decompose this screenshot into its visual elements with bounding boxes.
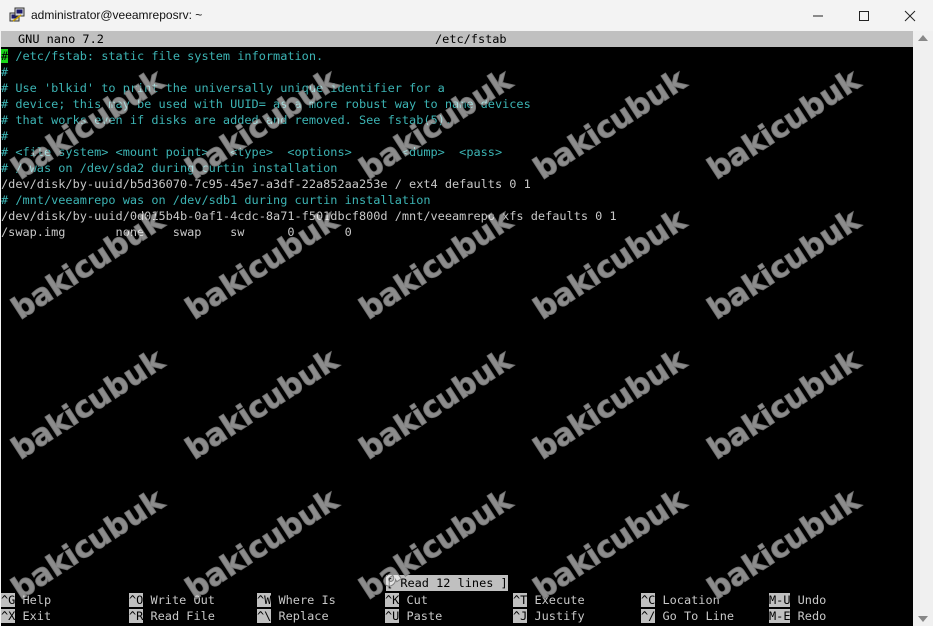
shortcut-label: Replace: [271, 609, 329, 623]
editor-line[interactable]: # <file system> <mount point> <type> <op…: [1, 144, 502, 160]
window-title: administrator@veeamreposrv: ~: [31, 8, 203, 22]
close-icon: [904, 10, 916, 21]
shortcut-paste[interactable]: ^U Paste: [385, 608, 442, 624]
watermark-text: bakicubuk: [527, 342, 693, 467]
shortcut-key: M-E: [769, 609, 791, 623]
watermark-text: bakicubuk: [5, 342, 171, 467]
watermark-text: bakicubuk: [701, 482, 867, 607]
shortcut-where-is[interactable]: ^W Where Is: [257, 592, 336, 608]
shortcut-key: ^X: [1, 609, 16, 623]
maximize-button[interactable]: [841, 0, 887, 31]
editor-line[interactable]: # / was on /dev/sda2 during curtin insta…: [1, 160, 337, 176]
shortcut-key: ^\: [257, 609, 272, 623]
scroll-up-icon[interactable]: [918, 35, 928, 41]
shortcut-undo[interactable]: M-U Undo: [769, 592, 826, 608]
watermark-text: bakicubuk: [179, 342, 345, 467]
watermark-text: bakicubuk: [179, 482, 345, 607]
editor-line[interactable]: # device; this may be used with UUID= as…: [1, 96, 531, 112]
shortcut-justify[interactable]: ^J Justify: [513, 608, 585, 624]
shortcut-label: Paste: [399, 609, 443, 623]
editor-line[interactable]: # /mnt/veeamrepo was on /dev/sdb1 during…: [1, 192, 431, 208]
editor-line[interactable]: # that works even if disks are added and…: [1, 112, 452, 128]
shortcut-label: Where Is: [271, 593, 336, 607]
shortcut-key: ^/: [641, 609, 656, 623]
shortcut-key: ^C: [641, 593, 656, 607]
shortcut-key: ^K: [385, 593, 400, 607]
shortcut-replace[interactable]: ^\ Replace: [257, 608, 329, 624]
minimize-button[interactable]: [795, 0, 841, 31]
watermark-text: bakicubuk: [353, 342, 519, 467]
shortcut-key: ^T: [513, 593, 528, 607]
shortcut-label: Go To Line: [655, 609, 735, 623]
file-name: /etc/fstab: [435, 32, 507, 46]
shortcut-help[interactable]: ^G Help: [1, 592, 51, 608]
shortcut-label: Justify: [527, 609, 585, 623]
nano-header: GNU nano 7.2 /etc/fstab: [1, 31, 913, 47]
editor-line[interactable]: /dev/disk/by-uuid/b5d36070-7c95-45e7-a3d…: [1, 176, 531, 192]
watermark-text: bakicubuk: [701, 202, 867, 327]
watermark-text: bakicubuk: [527, 202, 693, 327]
title-bar: administrator@veeamreposrv: ~: [0, 0, 933, 31]
editor-line[interactable]: #: [1, 128, 8, 144]
maximize-icon: [859, 10, 869, 21]
editor-line[interactable]: #: [1, 64, 8, 80]
shortcut-label: Redo: [790, 609, 827, 623]
shortcut-go-to-line[interactable]: ^/ Go To Line: [641, 608, 734, 624]
shortcut-label: Write Out: [143, 593, 215, 607]
editor-line[interactable]: /dev/disk/by-uuid/0d015b4b-0af1-4cdc-8a7…: [1, 208, 617, 224]
scroll-down-icon[interactable]: [918, 616, 928, 622]
line-text: /etc/fstab: static file system informati…: [8, 49, 324, 63]
shortcut-label: Location: [655, 593, 720, 607]
terminal[interactable]: GNU nano 7.2 /etc/fstab # /etc/fstab: st…: [1, 31, 913, 626]
shortcut-exit[interactable]: ^X Exit: [1, 608, 51, 624]
shortcut-label: Exit: [15, 609, 52, 623]
shortcut-key: ^G: [1, 593, 16, 607]
shortcut-cut[interactable]: ^K Cut: [385, 592, 428, 608]
shortcut-label: Undo: [790, 593, 827, 607]
editor-line[interactable]: /swap.img none swap sw 0 0: [1, 224, 352, 240]
watermark-text: bakicubuk: [353, 202, 519, 327]
vertical-scrollbar[interactable]: [913, 31, 933, 626]
watermark-text: bakicubuk: [527, 482, 693, 607]
shortcut-execute[interactable]: ^T Execute: [513, 592, 585, 608]
shortcut-redo[interactable]: M-E Redo: [769, 608, 826, 624]
shortcut-label: Cut: [399, 593, 428, 607]
minimize-icon: [813, 15, 823, 16]
editor-line[interactable]: # Use 'blkid' to print the universally u…: [1, 80, 445, 96]
shortcut-read-file[interactable]: ^R Read File: [129, 608, 215, 624]
shortcut-label: Execute: [527, 593, 585, 607]
shortcut-key: ^O: [129, 593, 144, 607]
shortcut-key: ^J: [513, 609, 528, 623]
watermark-text: bakicubuk: [701, 342, 867, 467]
status-message: [ Read 12 lines ]: [386, 575, 508, 591]
nano-version: GNU nano 7.2: [18, 32, 104, 46]
shortcut-label: Help: [15, 593, 52, 607]
shortcut-key: ^W: [257, 593, 272, 607]
shortcut-key: M-U: [769, 593, 791, 607]
shortcut-label: Read File: [143, 609, 215, 623]
watermark-text: bakicubuk: [5, 482, 171, 607]
editor-line[interactable]: # /etc/fstab: static file system informa…: [1, 48, 323, 64]
shortcut-location[interactable]: ^C Location: [641, 592, 720, 608]
watermark-text: bakicubuk: [701, 62, 867, 187]
shortcut-key: ^R: [129, 609, 144, 623]
watermark-text: bakicubuk: [527, 62, 693, 187]
shortcut-key: ^U: [385, 609, 400, 623]
shortcut-write-out[interactable]: ^O Write Out: [129, 592, 215, 608]
close-button[interactable]: [887, 0, 933, 31]
putty-icon[interactable]: [9, 7, 25, 23]
